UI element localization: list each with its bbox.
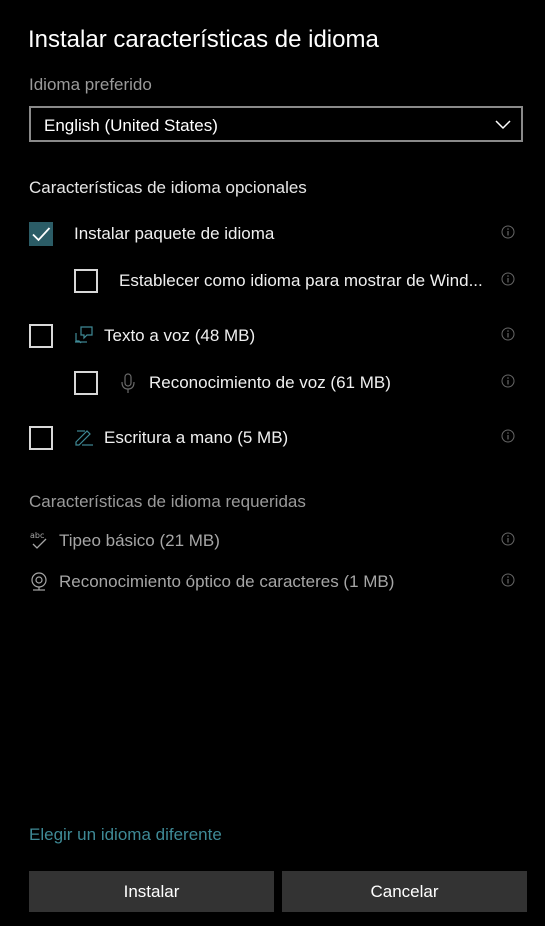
set-display-language-label: Establecer como idioma para mostrar de W…	[119, 271, 483, 290]
optional-features-heading: Características de idioma opcionales	[29, 178, 307, 197]
dropdown-value: English (United States)	[44, 116, 218, 135]
install-button[interactable]: Instalar	[29, 871, 274, 912]
text-to-speech-label: Texto a voz (48 MB)	[104, 326, 256, 345]
install-language-pack-checkbox[interactable]	[29, 222, 53, 246]
text-to-speech-checkbox[interactable]	[29, 324, 53, 348]
pen-icon	[75, 430, 93, 446]
preferred-language-dropdown[interactable]: English (United States)	[29, 106, 523, 142]
camera-icon	[31, 572, 47, 591]
info-icon[interactable]	[501, 374, 515, 388]
info-icon[interactable]	[501, 532, 515, 546]
speech-bubble-icon	[75, 326, 93, 344]
cancel-button[interactable]: Cancelar	[282, 871, 527, 912]
microphone-icon	[121, 373, 135, 393]
speech-recognition-label: Reconocimiento de voz (61 MB)	[149, 373, 391, 392]
checkmark-icon	[32, 227, 51, 242]
choose-different-language-link[interactable]: Elegir un idioma diferente	[29, 825, 222, 845]
info-icon[interactable]	[501, 327, 515, 341]
speech-recognition-checkbox[interactable]	[74, 371, 98, 395]
info-icon[interactable]	[501, 272, 515, 286]
svg-text:abc: abc	[30, 531, 44, 540]
set-display-language-checkbox[interactable]	[74, 269, 98, 293]
info-icon[interactable]	[501, 429, 515, 443]
install-language-pack-label: Instalar paquete de idioma	[74, 224, 275, 243]
handwriting-label: Escritura a mano (5 MB)	[104, 428, 289, 447]
required-features-heading: Características de idioma requeridas	[29, 492, 306, 511]
info-icon[interactable]	[501, 573, 515, 587]
ocr-label: Reconocimiento óptico de caracteres (1 M…	[59, 572, 395, 591]
spellcheck-icon: abc	[30, 531, 47, 549]
basic-typing-label: Tipeo básico (21 MB)	[59, 531, 220, 550]
chevron-down-icon	[495, 120, 511, 130]
preferred-language-label: Idioma preferido	[29, 75, 152, 94]
info-icon[interactable]	[501, 225, 515, 239]
handwriting-checkbox[interactable]	[29, 426, 53, 450]
dialog-title: Instalar características de idioma	[28, 26, 379, 53]
